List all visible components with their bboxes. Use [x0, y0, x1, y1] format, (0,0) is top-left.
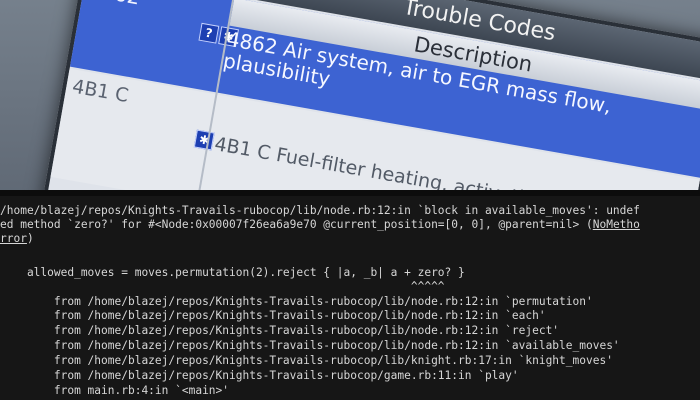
trouble-codes-screen: ID Trouble Codes 4862 ? ✱ 4862 Air syste…: [41, 0, 700, 196]
terminal-output[interactable]: /home/blazej/repos/Knights-Travails-rubo…: [0, 196, 700, 400]
error-class-link[interactable]: NoMetho: [593, 218, 640, 231]
help-icon: ?: [198, 22, 220, 44]
error-message-line: ed method `zero?' for #<Node:0x00007f26e…: [0, 218, 640, 232]
backtrace-line: from /home/blazej/repos/Knights-Travails…: [0, 295, 593, 308]
error-message-line: rror): [0, 232, 34, 246]
backtrace-line: from /home/blazej/repos/Knights-Travails…: [0, 324, 560, 337]
error-message-line: /home/blazej/repos/Knights-Travails-rubo…: [0, 204, 640, 217]
backtrace-line: from /home/blazej/repos/Knights-Travails…: [0, 309, 546, 322]
trouble-code: 4B1 C: [70, 75, 131, 108]
backtrace-line: from /home/blazej/repos/Knights-Travails…: [0, 339, 620, 352]
error-caret-marker: ^^^^^: [0, 280, 445, 293]
backtrace-line: from main.rb:4:in `<main>': [0, 384, 230, 397]
trouble-code: 4862: [88, 0, 142, 10]
backtrace-line: from /home/blazej/repos/Knights-Travails…: [0, 369, 519, 382]
snowflake-icon: ✱: [193, 129, 215, 151]
backtrace-line: from /home/blazej/repos/Knights-Travails…: [0, 354, 613, 367]
error-class-link[interactable]: rror: [0, 232, 27, 245]
diagnostic-screen-photo: ID Trouble Codes 4862 ? ✱ 4862 Air syste…: [0, 0, 700, 196]
code-snippet-line: allowed_moves = moves.permutation(2).rej…: [0, 266, 465, 279]
error-message-text: ): [26, 232, 34, 245]
error-message-text: ed method `zero?' for #<Node:0x00007f26e…: [0, 218, 593, 231]
code-status-icons: ✱: [193, 129, 215, 151]
